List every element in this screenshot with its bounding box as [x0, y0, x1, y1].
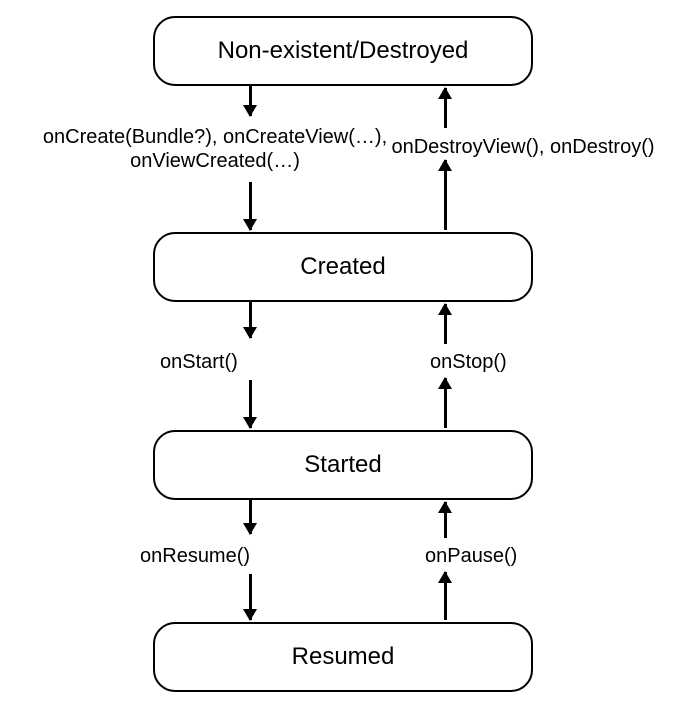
arrow-down-start-top	[249, 302, 252, 338]
arrowhead-up-icon	[438, 159, 452, 171]
lifecycle-diagram: Non-existent/Destroyed Created Started R…	[0, 0, 690, 716]
edge-label-stop: onStop()	[430, 350, 550, 374]
arrowhead-down-icon	[243, 417, 257, 429]
state-label: Non-existent/Destroyed	[218, 37, 469, 65]
arrow-down-start-bottom	[249, 380, 252, 428]
arrowhead-up-icon	[438, 571, 452, 583]
arrow-up-destroy-bottom	[444, 160, 447, 230]
edge-label-resume: onResume()	[140, 544, 290, 568]
arrow-down-resume-bottom	[249, 574, 252, 620]
state-label: Resumed	[292, 643, 395, 671]
arrow-down-resume-top	[249, 500, 252, 534]
arrowhead-down-icon	[243, 523, 257, 535]
state-label: Created	[300, 253, 385, 281]
arrow-down-create-top	[249, 86, 252, 116]
arrowhead-down-icon	[243, 327, 257, 339]
arrowhead-down-icon	[243, 219, 257, 231]
arrow-down-create-bottom	[249, 182, 252, 230]
arrow-up-pause-bottom	[444, 572, 447, 620]
edge-label-create: onCreate(Bundle?), onCreateView(…), onVi…	[35, 125, 395, 173]
arrow-up-pause-top	[444, 502, 447, 538]
arrow-up-stop-bottom	[444, 378, 447, 428]
arrowhead-down-icon	[243, 105, 257, 117]
state-node-created: Created	[153, 232, 533, 302]
arrow-up-destroy-top	[444, 88, 447, 128]
arrow-up-stop-top	[444, 304, 447, 344]
arrowhead-up-icon	[438, 501, 452, 513]
edge-label-destroy: onDestroyView(), onDestroy()	[378, 135, 668, 159]
arrowhead-down-icon	[243, 609, 257, 621]
state-node-resumed: Resumed	[153, 622, 533, 692]
edge-label-start: onStart()	[160, 350, 280, 374]
arrowhead-up-icon	[438, 87, 452, 99]
arrowhead-up-icon	[438, 303, 452, 315]
state-node-started: Started	[153, 430, 533, 500]
arrowhead-up-icon	[438, 377, 452, 389]
state-node-nonexistent: Non-existent/Destroyed	[153, 16, 533, 86]
state-label: Started	[304, 451, 381, 479]
edge-label-pause: onPause()	[425, 544, 565, 568]
